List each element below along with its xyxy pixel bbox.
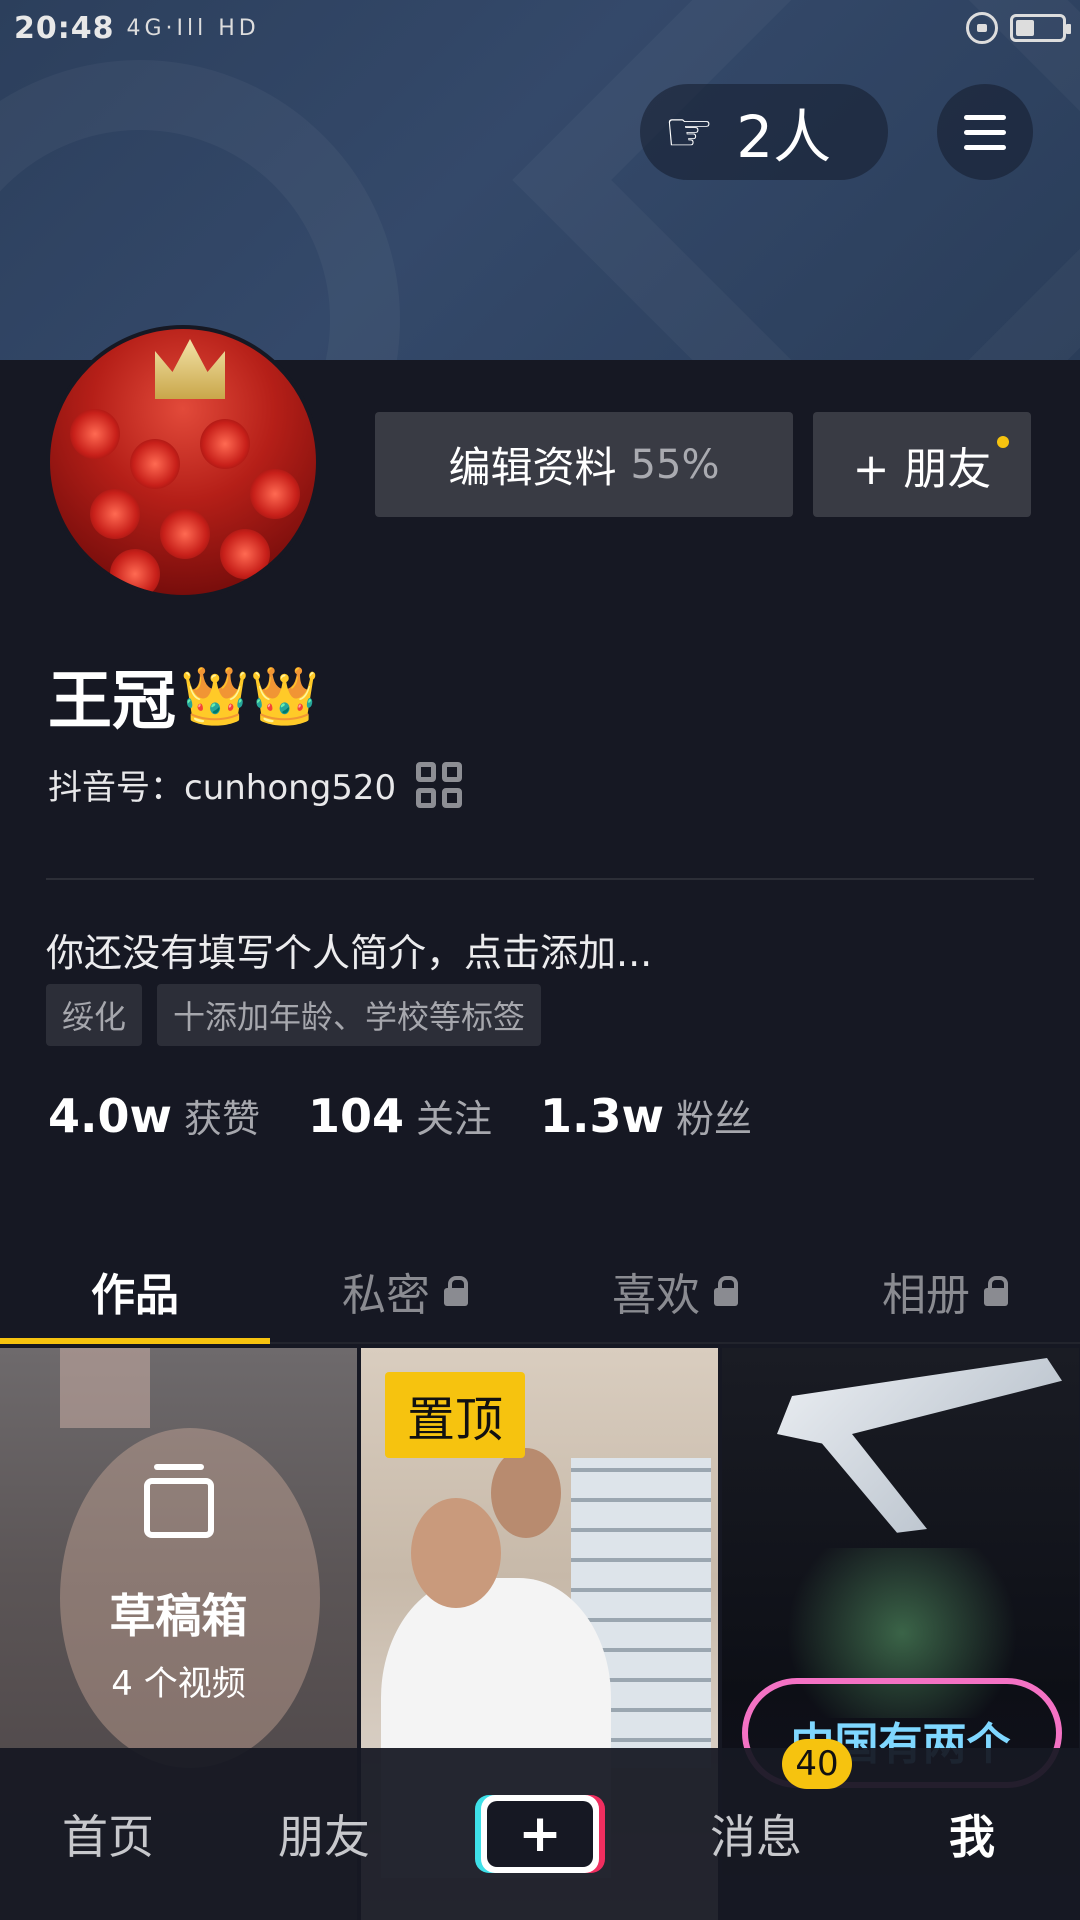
bottom-nav: 首页 朋友 + 消息 40 我 — [0, 1739, 1080, 1920]
profile-name: 王冠 👑👑 — [48, 650, 319, 742]
edit-profile-button[interactable]: 编辑资料 55% — [375, 412, 793, 517]
nav-friends[interactable]: 朋友 — [216, 1801, 432, 1867]
battery-icon — [1010, 14, 1071, 42]
status-time: 20:48 — [14, 10, 115, 46]
messages-badge: 40 — [782, 1739, 852, 1789]
avatar[interactable] — [46, 325, 320, 599]
tab-works[interactable]: 作品 — [0, 1240, 270, 1344]
followers-count[interactable]: 1.3w — [540, 1089, 664, 1143]
location-tag[interactable]: 绥化 — [46, 984, 143, 1046]
tab-album-label: 相册 — [882, 1270, 970, 1321]
pointing-hand-icon: ☞ — [664, 99, 715, 165]
lock-icon — [444, 1276, 468, 1306]
draft-thumbnail — [60, 1348, 150, 1428]
tab-works-label: 作品 — [91, 1270, 179, 1321]
visitor-count: 2人 — [736, 103, 832, 171]
pinned-badge: 置顶 — [385, 1372, 525, 1458]
add-tags-button[interactable]: 十添加年龄、学校等标签 — [157, 984, 542, 1046]
signal-icon: 4G·Ill HD — [126, 15, 260, 41]
rotation-lock-icon — [966, 12, 998, 44]
nav-me[interactable]: 我 — [864, 1801, 1080, 1867]
plus-icon: + — [518, 1804, 562, 1864]
profile-completion: 55% — [630, 441, 720, 488]
drafts-icon — [144, 1464, 214, 1538]
tab-likes-label: 喜欢 — [612, 1270, 700, 1321]
drafts-title: 草稿箱 — [109, 1589, 248, 1643]
hamburger-icon — [964, 114, 1006, 120]
douyin-id: 抖音号：cunhong520 — [48, 760, 463, 809]
crown-emoji: 👑👑 — [180, 664, 320, 729]
visitor-button[interactable]: ☞ 2人 — [640, 84, 888, 180]
menu-button[interactable] — [937, 84, 1033, 180]
profile-tabs: 作品 私密 喜欢 相册 — [0, 1240, 1080, 1344]
following-label: 关注 — [416, 1097, 493, 1141]
stats-row: 4.0w 获赞 104 关注 1.3w 粉丝 — [48, 1088, 800, 1143]
notification-dot — [997, 436, 1009, 448]
tab-private[interactable]: 私密 — [270, 1240, 540, 1342]
bio[interactable]: 你还没有填写个人简介，点击添加... — [46, 922, 652, 977]
airplane-image — [777, 1358, 1062, 1533]
lock-icon — [984, 1276, 1008, 1306]
likes-count[interactable]: 4.0w — [48, 1089, 172, 1143]
add-friend-label: + 朋友 — [852, 443, 992, 495]
nav-home[interactable]: 首页 — [0, 1801, 216, 1867]
likes-label: 获赞 — [183, 1097, 260, 1141]
profile-name-text: 王冠 — [48, 665, 176, 739]
create-button[interactable]: + — [481, 1795, 599, 1873]
nav-messages[interactable]: 消息 40 — [648, 1739, 864, 1867]
edit-profile-label: 编辑资料 — [448, 443, 617, 492]
crown-decoration — [155, 339, 225, 399]
tab-private-label: 私密 — [342, 1270, 430, 1321]
douyin-id-text: 抖音号：cunhong520 — [48, 768, 397, 808]
qr-code-icon[interactable] — [416, 761, 463, 808]
tab-album[interactable]: 相册 — [810, 1240, 1080, 1342]
nav-messages-label: 消息 — [710, 1810, 802, 1864]
lock-icon — [714, 1276, 738, 1306]
status-bar: 20:48 4G·Ill HD — [0, 0, 1080, 56]
following-count[interactable]: 104 — [308, 1089, 404, 1143]
nav-create[interactable]: + — [432, 1795, 648, 1873]
followers-label: 粉丝 — [676, 1097, 753, 1141]
add-friend-button[interactable]: + 朋友 — [813, 412, 1031, 517]
tab-likes[interactable]: 喜欢 — [540, 1240, 810, 1342]
divider — [46, 878, 1034, 880]
drafts-count: 4 个视频 — [111, 1664, 246, 1704]
